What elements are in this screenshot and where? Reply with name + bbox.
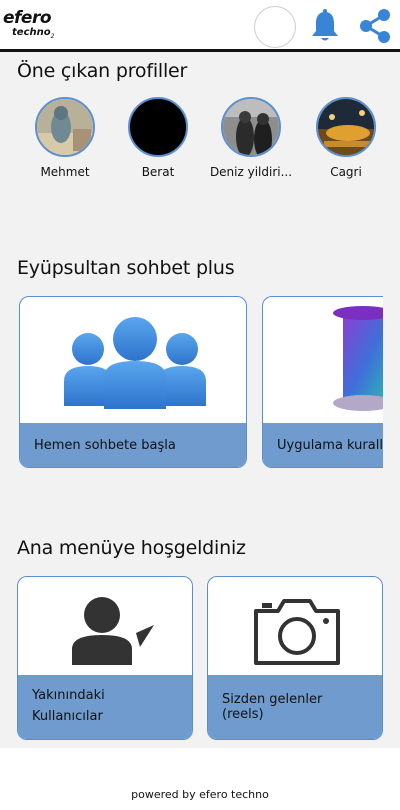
reels-label: Sizden gelenler (reels) [208,675,382,739]
profile-name: Deniz yildiri... [209,165,293,179]
logo-main-text: efero [3,8,52,28]
app-rules-card[interactable]: Uygulama kurall [262,296,383,468]
profile-avatar [221,97,281,157]
group-users-icon [64,317,206,409]
user-avatar[interactable] [254,6,296,48]
app-logo[interactable]: efero techno2 [3,8,63,42]
profile-item-deniz[interactable]: Deniz yildiri... [206,97,296,179]
main-menu-title: Ana menüye hoşgeldiniz [17,537,246,559]
user-location-icon [72,597,154,665]
camera-icon [254,599,340,665]
top-bar: efero techno2 [0,0,400,52]
profile-avatar [35,97,95,157]
reels-card[interactable]: Sizden gelenler (reels) [207,576,383,740]
profile-item-mehmet[interactable]: Mehmet [20,97,110,179]
profile-name: Mehmet [40,165,90,179]
profile-name: Cagri [330,165,362,179]
nearby-users-card[interactable]: Yakınındaki Kullanıcılar [17,576,193,740]
chat-section-title: Eyüpsultan sohbet plus [17,257,235,279]
footer: powered by efero techno [0,748,400,810]
profile-item-berat[interactable]: Berat [113,97,203,179]
start-chat-card[interactable]: Hemen sohbete başla [19,296,247,468]
chat-cards-carousel[interactable]: Hemen sohbete başla Uygulama kurall [17,296,383,470]
nearby-users-label: Yakınındaki Kullanıcılar [18,675,192,739]
app-rules-label: Uygulama kurall [263,423,383,467]
powered-by-text: powered by efero techno [131,788,269,801]
profile-avatar [128,97,188,157]
profile-name: Berat [141,165,175,179]
logo-sub-text: techno2 [12,27,55,40]
profile-item-cagri[interactable]: Cagri [301,97,391,179]
scroll-icon [333,306,383,411]
featured-profiles-title: Öne çıkan profiller [17,60,188,82]
profile-avatar [316,97,376,157]
share-icon[interactable] [357,8,393,44]
start-chat-label: Hemen sohbete başla [20,423,246,467]
bell-icon[interactable] [309,9,341,43]
